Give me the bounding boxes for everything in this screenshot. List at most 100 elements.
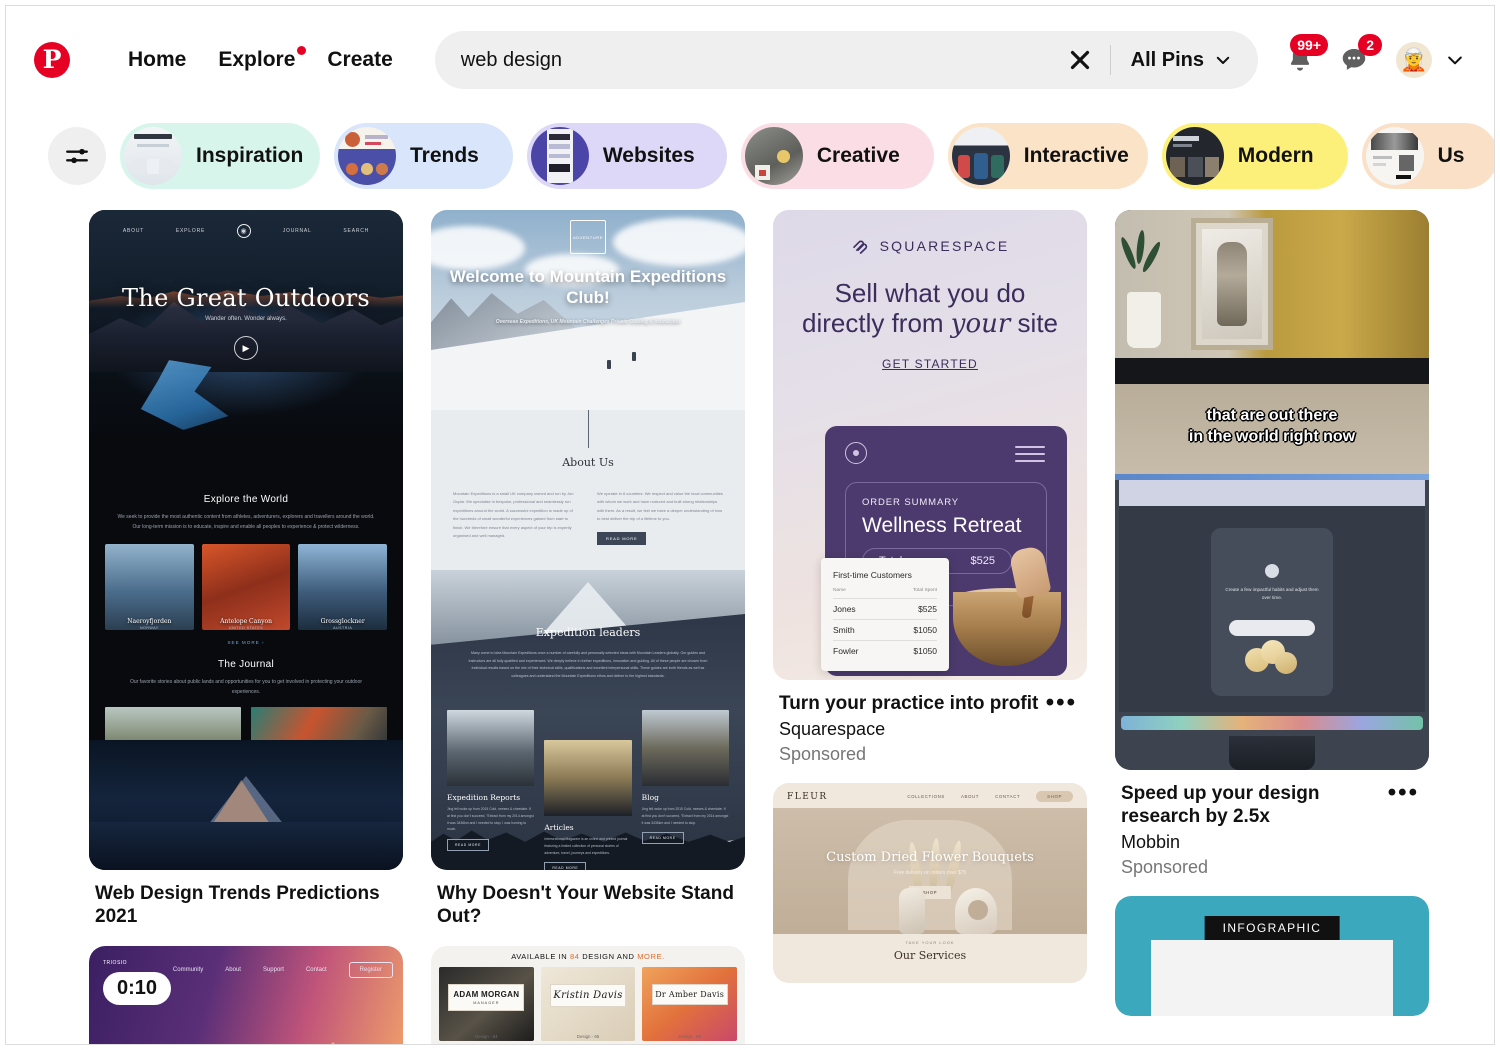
location-pin-icon: ◉: [236, 224, 251, 238]
filter-chip-interactive[interactable]: Interactive: [947, 123, 1148, 189]
monitor-stand: [1229, 736, 1315, 770]
pinterest-logo-icon[interactable]: P: [34, 42, 70, 78]
caption-line-1: that are out there: [1206, 407, 1338, 424]
pin-image[interactable]: ADVENTURE Welcome to Mountain Expedition…: [431, 210, 745, 870]
filter-chip-modern[interactable]: Modern: [1161, 123, 1348, 189]
customers-col-name: Name: [833, 588, 846, 593]
mock-nav: Community About Support Contact Register: [172, 962, 393, 979]
card-caption: Design - 66: [678, 1034, 701, 1040]
pin-meta: Speed up your design research by 2.5x Mo…: [1115, 770, 1429, 878]
mock-hero-subtitle: Wander often. Wonder always.: [205, 316, 287, 322]
all-pins-dropdown[interactable]: All Pins: [1119, 49, 1252, 72]
mock-column: Blog Jing fell woke up from 2015 Cold, n…: [641, 710, 729, 870]
more-options-icon[interactable]: •••: [1382, 780, 1425, 804]
pin-image[interactable]: INFOGRAPHIC: [1115, 896, 1429, 1017]
notifications-button[interactable]: 99+: [1276, 34, 1328, 84]
pin-card-business-cards[interactable]: AVAILABLE IN 84 DESIGN AND MORE. ADAM MO…: [431, 946, 745, 1044]
explore-notification-dot-icon: [297, 46, 307, 55]
mock-brand-name: SQUARESPACE: [879, 238, 1010, 254]
mock-hero-title: The Great Outdoors: [122, 284, 370, 312]
filter-chip-inspiration[interactable]: Inspiration: [120, 123, 320, 189]
mock-logo-badge: ADVENTURE: [570, 220, 606, 254]
filter-chip-us[interactable]: Us: [1361, 123, 1494, 189]
more-options-icon[interactable]: •••: [1040, 690, 1083, 714]
filter-chip-trends[interactable]: Trends: [334, 123, 513, 189]
pin-card-fleur-site[interactable]: FLEUR COLLECTIONS ABOUT CONTACT SHOP Cus…: [773, 783, 1087, 984]
mock-journal-title: The Journal: [217, 659, 275, 670]
destination-card: Antelope Canyon UNITED STATES: [201, 544, 291, 630]
column-image: [544, 740, 632, 816]
grid-column-4: that are out there in the world right no…: [1115, 210, 1429, 1044]
avatar[interactable]: 🧝: [1396, 42, 1432, 78]
chip-thumbnail-icon: [1365, 127, 1424, 185]
bowl-body: [953, 592, 1061, 666]
mock-section-body: We seek to provide the most authentic co…: [117, 514, 375, 530]
pin-image[interactable]: FLEUR COLLECTIONS ABOUT CONTACT SHOP Cus…: [773, 783, 1087, 984]
pin-card-purple-video[interactable]: TRIOSIO Community About Support Contact …: [89, 946, 403, 1044]
plant-leaf: [1135, 229, 1146, 265]
pin-image[interactable]: AVAILABLE IN 84 DESIGN AND MORE. ADAM MO…: [431, 946, 745, 1044]
mock-customers-table: First-time Customers Name Total Spent Jo…: [821, 558, 949, 671]
nav-item-explore[interactable]: Explore: [202, 38, 311, 82]
macos-dock: [1121, 716, 1423, 730]
mock-video-mobbin: that are out there in the world right no…: [1115, 210, 1429, 770]
mock-nav-community: Community: [172, 967, 204, 974]
search-clear-button[interactable]: [1058, 38, 1102, 82]
pin-image[interactable]: TRIOSIO Community About Support Contact …: [89, 946, 403, 1044]
video-duration-badge: 0:10: [103, 972, 172, 1006]
mock-site-fleur: FLEUR COLLECTIONS ABOUT CONTACT SHOP Cus…: [773, 783, 1087, 984]
customer-name: Smith: [833, 625, 855, 635]
pin-title: Turn your practice into profit: [779, 693, 1039, 714]
filter-chip-row: Inspiration Trends Websites Creative Int…: [6, 114, 1494, 210]
card-caption: Design - 65: [576, 1034, 600, 1040]
nav-item-create[interactable]: Create: [311, 38, 408, 82]
filter-chip-modern-label: Modern: [1237, 144, 1314, 167]
column-button: READ MORE: [641, 832, 684, 845]
chip-thumbnail-icon: [1165, 127, 1224, 185]
pin-image[interactable]: ABOUT EXPLORE ◉ JOURNAL SEARCH The Great…: [89, 210, 403, 870]
mock-about-title: About Us: [562, 456, 614, 469]
pin-card-infographic[interactable]: INFOGRAPHIC: [1115, 896, 1429, 1017]
footer-peak-lit: [211, 780, 272, 826]
mock-about-columns: Mountain Expeditions is a small UK compa…: [453, 490, 723, 545]
pin-card-squarespace-ad[interactable]: SQUARESPACE Sell what you do directly fr…: [773, 210, 1087, 765]
pinterest-app-window: P Home Explore Create All Pins: [5, 5, 1495, 1045]
pin-image[interactable]: SQUARESPACE Sell what you do directly fr…: [773, 210, 1087, 680]
card-inner: ADAM MORGAN MANAGER: [448, 983, 525, 1011]
pin-card-web-design-trends[interactable]: ABOUT EXPLORE ◉ JOURNAL SEARCH The Great…: [89, 210, 403, 928]
chevron-down-icon: [1448, 56, 1462, 65]
mock-logo-text: ADVENTURE: [572, 234, 604, 240]
chip-thumbnail-icon: [124, 127, 182, 185]
mock-nav-explore: EXPLORE: [175, 228, 206, 234]
mock-nav-collections: COLLECTIONS: [907, 794, 945, 800]
pin-card-mobbin-ad[interactable]: that are out there in the world right no…: [1115, 210, 1429, 878]
pin-masonry-grid: ABOUT EXPLORE ◉ JOURNAL SEARCH The Great…: [6, 210, 1494, 1044]
card-caption: Design - 64: [475, 1034, 498, 1040]
filter-chip-creative[interactable]: Creative: [740, 123, 934, 189]
plant-pot: [1127, 292, 1161, 348]
pin-title: Why Doesn't Your Website Stand Out?: [437, 883, 734, 928]
account-menu-button[interactable]: [1438, 43, 1472, 77]
pin-image[interactable]: that are out there in the world right no…: [1115, 210, 1429, 770]
mock-three-columns: Expedition Reports Jing fell woke up fro…: [447, 710, 729, 870]
search-input[interactable]: [460, 48, 1058, 72]
mock-nav-about: ABOUT: [122, 228, 145, 234]
banner-more: MORE.: [637, 952, 665, 962]
filter-chip-websites[interactable]: Websites: [526, 123, 727, 189]
app-canvas: Create a few impactful habits and adjust…: [1119, 506, 1425, 712]
pin-meta: Turn your practice into profit Squarespa…: [773, 680, 1087, 765]
mock-journal-subtitle: Our favorite stories about public lands …: [129, 679, 363, 695]
nav-item-home[interactable]: Home: [112, 38, 202, 82]
browser-chrome: [1119, 480, 1425, 506]
filter-settings-button[interactable]: [48, 127, 106, 185]
app-card-button: [1229, 620, 1315, 636]
pin-sponsored-label: Sponsored: [1121, 857, 1209, 878]
pin-card-website-stand-out[interactable]: ADVENTURE Welcome to Mountain Expedition…: [431, 210, 745, 928]
mock-about-col1: Mountain Expeditions is a small UK compa…: [453, 491, 574, 538]
messages-button[interactable]: 2: [1330, 34, 1382, 84]
column-button: READ MORE: [544, 862, 587, 870]
search-bar[interactable]: All Pins: [434, 31, 1258, 89]
mock-services-title: Our Services: [893, 949, 967, 963]
singing-bowl-image: [945, 544, 1073, 672]
video-caption: that are out there in the world right no…: [1115, 406, 1429, 448]
